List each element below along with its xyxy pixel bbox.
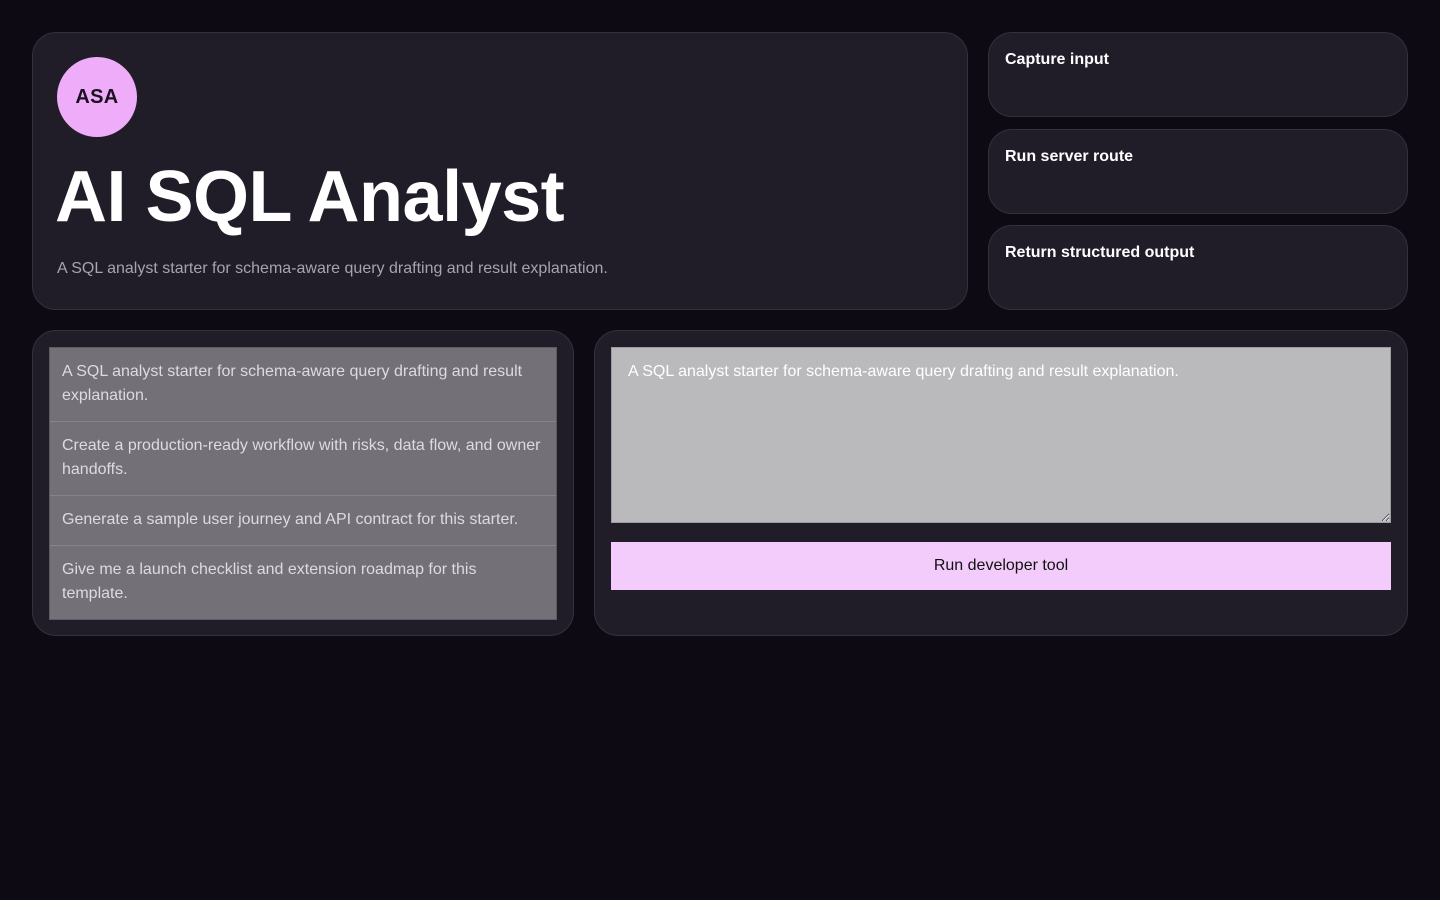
step-label: Capture input [1005,51,1109,68]
prompt-list: A SQL analyst starter for schema-aware q… [49,347,557,620]
page-subtitle: A SQL analyst starter for schema-aware q… [57,260,608,277]
tool-panel: A SQL analyst starter for schema-aware q… [594,330,1408,636]
prompt-item-3[interactable]: Generate a sample user journey and API c… [50,496,556,546]
prompt-item-4[interactable]: Give me a launch checklist and extension… [50,546,556,619]
prompt-item-1[interactable]: A SQL analyst starter for schema-aware q… [50,348,556,422]
page-title: AI SQL Analyst [55,157,565,237]
step-card-return-structured-output: Return structured output [988,225,1408,310]
query-input[interactable]: A SQL analyst starter for schema-aware q… [611,347,1391,523]
step-label: Return structured output [1005,244,1195,261]
avatar: ASA [57,57,137,137]
run-developer-tool-button[interactable]: Run developer tool [611,542,1391,590]
prompt-item-2[interactable]: Create a production-ready workflow with … [50,422,556,496]
step-label: Run server route [1005,148,1134,165]
step-card-capture-input: Capture input [988,32,1408,117]
prompt-panel: A SQL analyst starter for schema-aware q… [32,330,574,636]
hero-card: ASA AI SQL Analyst A SQL analyst starter… [32,32,968,310]
step-card-run-server-route: Run server route [988,129,1408,214]
